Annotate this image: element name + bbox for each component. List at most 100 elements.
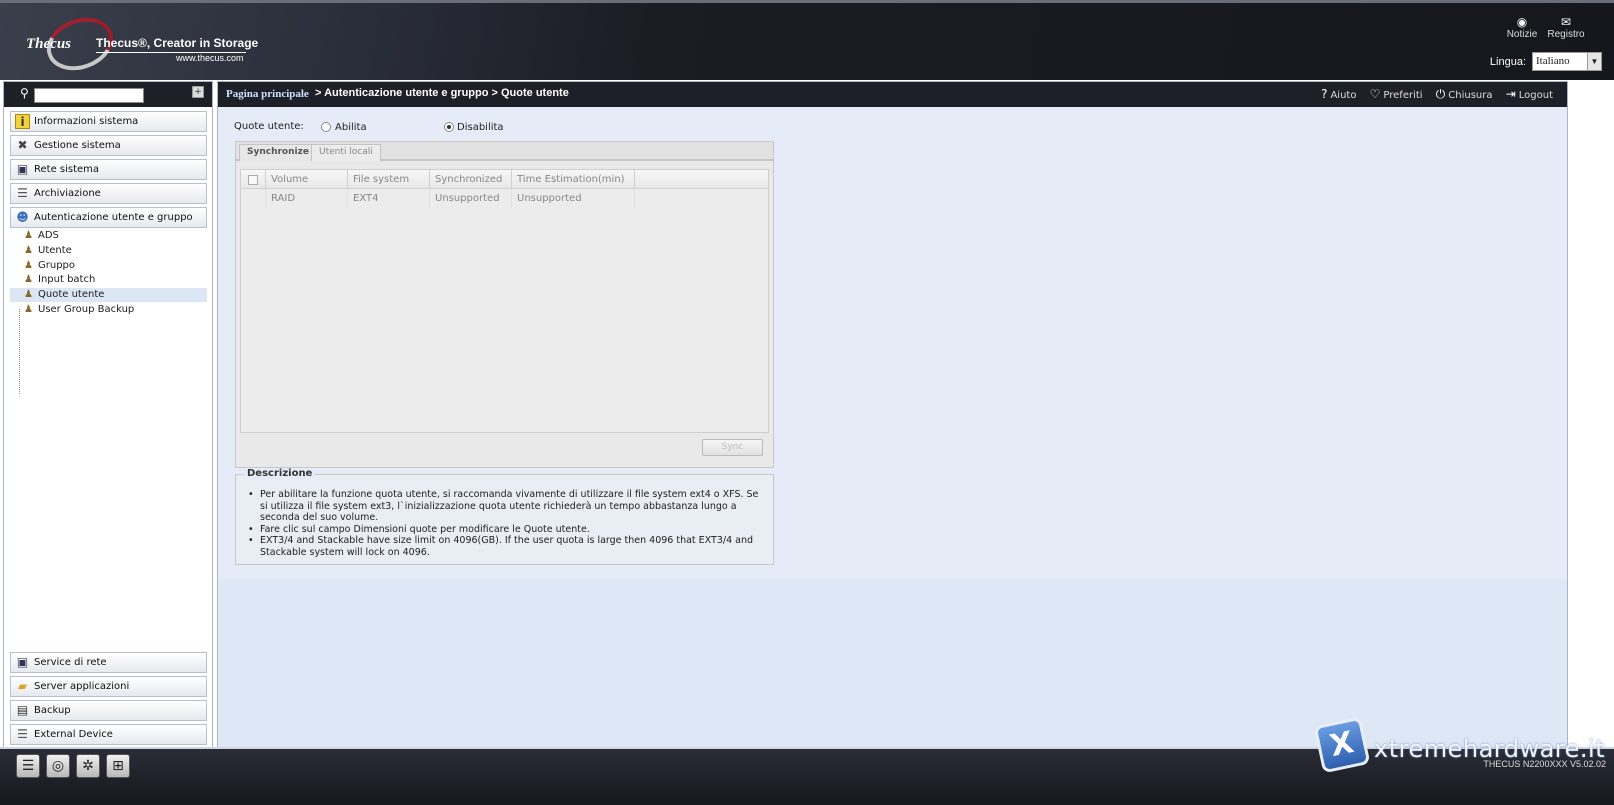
favorites-label: Preferiti bbox=[1383, 90, 1423, 101]
volume-grid: Volume File system Synchronized Time Est… bbox=[240, 169, 769, 433]
tree-connector bbox=[19, 309, 20, 394]
fan-icon[interactable]: ✲ bbox=[76, 754, 100, 778]
logout-link[interactable]: ⇥ Logout bbox=[1506, 87, 1553, 101]
description-list: Per abilitare la funzione quota utente, … bbox=[248, 489, 768, 558]
shutdown-link[interactable]: ⏻ Chiusura bbox=[1436, 87, 1493, 102]
taskbar: ☰ ◎ ✲ ⊞ THECUS N2200XXX V5.02.02 X xtrem… bbox=[0, 716, 1614, 805]
tab-synchronize[interactable]: Synchronize bbox=[239, 144, 317, 161]
shutdown-label: Chiusura bbox=[1448, 90, 1493, 101]
watermark: X xtremehardware.it bbox=[1313, 716, 1608, 774]
radio-disable-label[interactable]: Disabilita bbox=[457, 122, 504, 133]
cell-time-estimation: Unsupported bbox=[512, 190, 635, 208]
collapse-button[interactable]: + bbox=[192, 86, 204, 98]
tools-icon: ✖ bbox=[17, 138, 28, 152]
sidebar-item-rete-sistema[interactable]: ▣ Rete sistema bbox=[10, 159, 207, 180]
disk-icon[interactable]: ◎ bbox=[46, 754, 70, 778]
sidebar-subitem-utente[interactable]: ♟ Utente bbox=[10, 244, 207, 258]
tab-utenti-locali[interactable]: Utenti locali bbox=[311, 144, 381, 161]
network-service-icon: ▣ bbox=[16, 655, 29, 669]
sidebar-item-label: Archiviazione bbox=[34, 188, 101, 199]
news-label: Notizie bbox=[1506, 29, 1538, 40]
radio-disable[interactable] bbox=[444, 122, 454, 132]
help-link[interactable]: ? Aiuto bbox=[1321, 87, 1356, 101]
user-icon: ♟ bbox=[24, 230, 33, 241]
backup-icon: ▤ bbox=[16, 703, 29, 717]
description-item: EXT3/4 and Stackable have size limit on … bbox=[248, 535, 768, 558]
quota-label: Quote utente: bbox=[234, 121, 304, 132]
language-select[interactable]: Italiano ▼ bbox=[1532, 52, 1602, 71]
help-label: Aiuto bbox=[1330, 90, 1357, 101]
chat-icon: ✉ bbox=[1560, 15, 1572, 29]
description-box: Descrizione Per abilitare la funzione qu… bbox=[235, 468, 774, 565]
sidebar-item-archiviazione[interactable]: ☰ Archiviazione bbox=[10, 183, 207, 204]
breadcrumb-home-link[interactable]: Pagina principale bbox=[226, 88, 309, 100]
language-value: Italiano bbox=[1536, 55, 1570, 67]
select-all-checkbox[interactable] bbox=[248, 175, 258, 185]
description-item: Fare clic sul campo Dimensioni quote per… bbox=[248, 524, 768, 536]
sidebar-item-label: Autenticazione utente e gruppo bbox=[34, 212, 193, 223]
log-label: Registro bbox=[1547, 29, 1585, 40]
subitem-label: Utente bbox=[38, 245, 72, 256]
sidebar-item-label: Backup bbox=[34, 705, 71, 716]
group-icon: ♟ bbox=[24, 260, 33, 271]
sidebar-item-external-device[interactable]: ☰ External Device bbox=[10, 724, 207, 745]
language-label: Lingua: bbox=[1489, 56, 1526, 68]
sidebar-item-label: Server applicazioni bbox=[34, 681, 130, 692]
sidebar-item-informazioni-sistema[interactable]: i Informazioni sistema bbox=[10, 111, 207, 132]
tab-strip: Synchronize Utenti locali bbox=[236, 142, 773, 161]
log-button[interactable]: ✉ Registro bbox=[1540, 15, 1592, 40]
user-icon: ♟ bbox=[24, 245, 33, 256]
sidebar-subitem-ads[interactable]: ♟ ADS bbox=[10, 229, 207, 243]
cell-file-system: EXT4 bbox=[348, 190, 430, 208]
sidebar-subitem-gruppo[interactable]: ♟ Gruppo bbox=[10, 259, 207, 273]
logout-icon: ⇥ bbox=[1505, 87, 1516, 101]
subitem-label: ADS bbox=[38, 230, 59, 241]
sync-button[interactable]: Sync bbox=[702, 439, 763, 456]
sidebar-item-gestione-sistema[interactable]: ✖ Gestione sistema bbox=[10, 135, 207, 156]
sidebar-item-label: Service di rete bbox=[34, 657, 107, 668]
main-panel: Pagina principale > Autenticazione utent… bbox=[217, 81, 1568, 767]
server-icon[interactable]: ☰ bbox=[16, 754, 40, 778]
logo-text: Thecus bbox=[26, 36, 71, 52]
top-links: ? Aiuto ♡ Preferiti ⏻ Chiusura ⇥ Logout bbox=[1311, 87, 1553, 103]
favorites-link[interactable]: ♡ Preferiti bbox=[1370, 87, 1423, 101]
column-header-time-estimation[interactable]: Time Estimation(min) bbox=[512, 170, 635, 189]
sidebar-subitem-input-batch[interactable]: ♟ Input batch bbox=[10, 273, 207, 287]
content-area: Quote utente: Abilita Disabilita Synchro… bbox=[218, 107, 1567, 579]
sidebar: ⚲ + i Informazioni sistema ✖ Gestione si… bbox=[3, 81, 213, 767]
description-title: Descrizione bbox=[244, 468, 316, 479]
sidebar-item-server-applicazioni[interactable]: ▰ Server applicazioni bbox=[10, 676, 207, 697]
network-icon[interactable]: ⊞ bbox=[106, 754, 130, 778]
subitem-label: User Group Backup bbox=[38, 304, 135, 315]
radio-enable[interactable] bbox=[321, 122, 331, 132]
breadcrumb: Pagina principale > Autenticazione utent… bbox=[218, 82, 1567, 107]
chevron-down-icon[interactable]: ▼ bbox=[1587, 53, 1601, 70]
subitem-label: Input batch bbox=[38, 274, 96, 285]
column-header-volume[interactable]: Volume bbox=[266, 170, 348, 189]
tab-panel: Synchronize Utenti locali Volume File sy… bbox=[235, 141, 774, 468]
subitem-label: Quote utente bbox=[38, 289, 105, 300]
column-header-file-system[interactable]: File system bbox=[348, 170, 430, 189]
breadcrumb-path: > Autenticazione utente e gruppo > Quote… bbox=[315, 87, 569, 99]
tagline-url: www.thecus.com bbox=[176, 53, 244, 63]
description-item: Per abilitare la funzione quota utente, … bbox=[248, 489, 768, 524]
app-header: Thecus Thecus®, Creator in Storage www.t… bbox=[0, 0, 1614, 80]
sidebar-item-backup[interactable]: ▤ Backup bbox=[10, 700, 207, 721]
sidebar-subitem-quote-utente[interactable]: ♟ Quote utente bbox=[10, 288, 207, 302]
help-icon: ? bbox=[1321, 87, 1328, 101]
sidebar-item-service-di-rete[interactable]: ▣ Service di rete bbox=[10, 652, 207, 673]
watermark-logo-icon: X bbox=[1313, 716, 1371, 774]
cell-volume: RAID bbox=[266, 190, 348, 208]
row-select-cell bbox=[241, 190, 266, 208]
device-icon: ☰ bbox=[17, 727, 28, 741]
info-icon: i bbox=[15, 114, 30, 129]
sidebar-item-autenticazione[interactable]: ☻ Autenticazione utente e gruppo bbox=[10, 207, 207, 228]
column-header-synchronized[interactable]: Synchronized bbox=[430, 170, 512, 189]
sidebar-subitem-user-group-backup[interactable]: ♟ User Group Backup bbox=[10, 303, 207, 317]
news-button[interactable]: ◉ Notizie bbox=[1500, 15, 1544, 40]
sidebar-item-label: Informazioni sistema bbox=[34, 116, 139, 127]
radio-enable-label[interactable]: Abilita bbox=[335, 122, 367, 133]
power-icon: ⏻ bbox=[1435, 87, 1446, 101]
search-input[interactable] bbox=[34, 88, 144, 103]
quota-icon: ♟ bbox=[24, 289, 33, 300]
